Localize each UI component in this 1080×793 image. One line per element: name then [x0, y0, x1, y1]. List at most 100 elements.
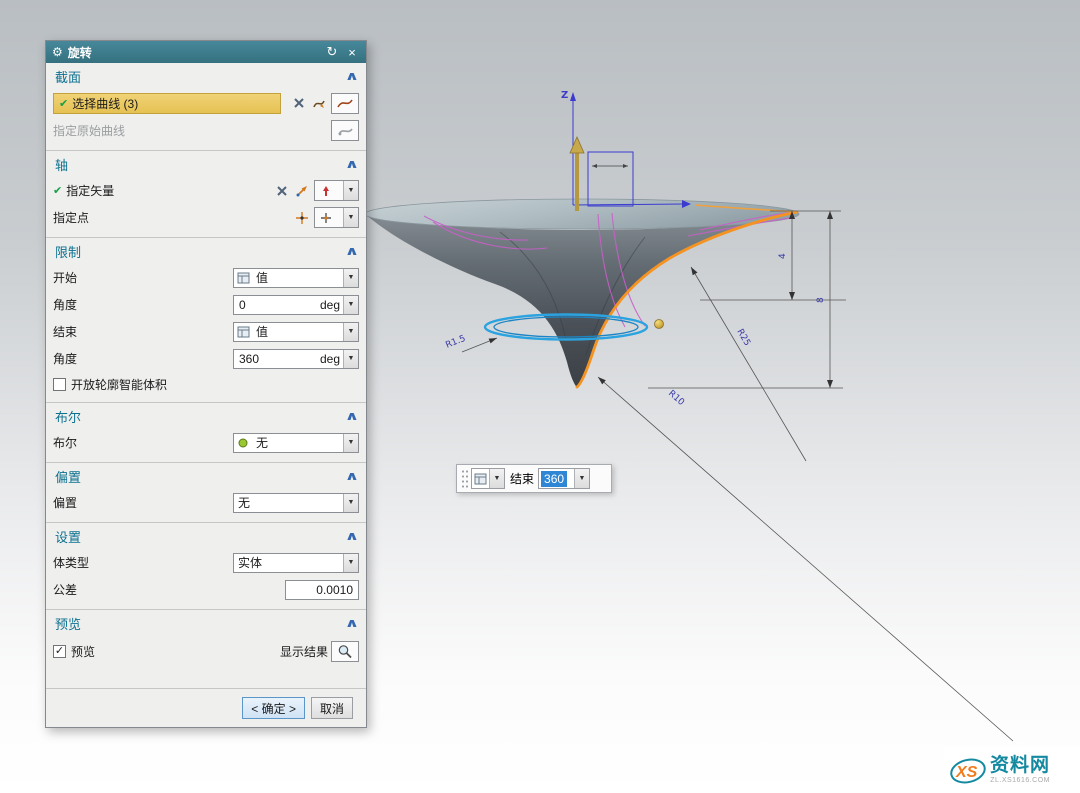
start-angle-label: 角度	[53, 296, 77, 313]
section-offset-header[interactable]: 偏置 ∧	[46, 463, 366, 489]
boolean-label: 布尔	[53, 434, 77, 451]
watermark-logo-icon: XS	[948, 752, 988, 788]
curve-rule-button[interactable]	[331, 93, 359, 114]
dropdown-caret-icon[interactable]: ▼	[343, 434, 358, 452]
section-preview-header[interactable]: 预览 ∧	[46, 610, 366, 636]
dropdown-caret-icon[interactable]: ▼	[343, 494, 358, 512]
show-result-label: 显示结果	[280, 643, 328, 660]
section-preview-title: 预览	[55, 614, 81, 633]
boolean-value: 无	[252, 434, 343, 451]
dropdown-caret-icon[interactable]: ▼	[574, 469, 589, 488]
body-type-value: 实体	[234, 554, 343, 571]
end-mode-value: 值	[252, 323, 343, 340]
tolerance-value[interactable]: 0.0010	[316, 583, 353, 597]
selection-rect	[588, 152, 633, 206]
end-mode-combo[interactable]: 值 ▼	[233, 322, 359, 342]
reset-icon[interactable]: ↻	[324, 44, 340, 60]
value-icon	[234, 326, 252, 338]
offset-combo[interactable]: 无 ▼	[233, 493, 359, 513]
point-dialog-button[interactable]: ▼	[314, 207, 359, 228]
dropdown-caret-icon[interactable]: ▼	[343, 269, 358, 287]
dropdown-caret-icon[interactable]: ▼	[489, 469, 504, 488]
boolean-combo[interactable]: 无 ▼	[233, 433, 359, 453]
section-axis-header[interactable]: 轴 ∧	[46, 151, 366, 177]
section-settings-header[interactable]: 设置 ∧	[46, 523, 366, 549]
watermark-brand: 资料网	[990, 755, 1050, 777]
onscreen-input-bar[interactable]: ▼ 结束 360 ▼	[456, 464, 612, 493]
value-icon	[234, 272, 252, 284]
osd-end-value[interactable]: 360	[541, 471, 567, 487]
preview-checkbox[interactable]: ✓	[53, 645, 66, 658]
dialog-button-bar: < 确定 > 取消	[46, 688, 366, 727]
osd-end-field[interactable]: 360 ▼	[538, 468, 590, 489]
dropdown-caret-icon[interactable]: ▼	[343, 208, 358, 227]
select-curve-field[interactable]: ✔ 选择曲线 (3)	[53, 93, 281, 114]
start-mode-combo[interactable]: 值 ▼	[233, 268, 359, 288]
point-inferred-icon[interactable]	[293, 209, 311, 227]
start-angle-unit: deg	[317, 298, 343, 312]
section-curve-header[interactable]: 截面 ∧	[46, 63, 366, 89]
end-angle-unit: deg	[317, 352, 343, 366]
revolve-dialog: ⚙ 旋转 ↻ × 截面 ∧ ✔ 选择曲线 (3)	[45, 40, 367, 728]
sketch-section-icon[interactable]	[310, 94, 328, 112]
drag-grip-icon[interactable]	[461, 469, 468, 489]
top-face[interactable]	[365, 199, 799, 229]
section-preview: 预览 ∧ ✓ 预览 显示结果	[46, 610, 366, 672]
vector-dialog-button[interactable]: ▼	[314, 180, 359, 201]
origin-curve-button[interactable]	[331, 120, 359, 141]
dim-height-8[interactable]: 8	[816, 297, 826, 303]
open-profile-checkbox[interactable]	[53, 378, 66, 391]
show-result-button[interactable]	[331, 641, 359, 662]
dropdown-caret-icon[interactable]: ▼	[343, 554, 358, 572]
collapse-chevron-icon[interactable]: ∧	[345, 244, 360, 258]
dropdown-caret-icon[interactable]: ▼	[343, 296, 358, 314]
collapse-chevron-icon[interactable]: ∧	[345, 409, 360, 423]
drag-handle-ball[interactable]	[655, 320, 664, 329]
dropdown-caret-icon[interactable]: ▼	[343, 323, 358, 341]
start-angle-value[interactable]: 0	[234, 298, 317, 312]
section-boolean-header[interactable]: 布尔 ∧	[46, 403, 366, 429]
boolean-none-icon	[234, 437, 252, 449]
collapse-chevron-icon[interactable]: ∧	[345, 69, 360, 83]
ok-button[interactable]: < 确定 >	[242, 697, 305, 719]
start-mode-value: 值	[252, 269, 343, 286]
dialog-titlebar[interactable]: ⚙ 旋转 ↻ ×	[46, 41, 366, 63]
offset-label: 偏置	[53, 494, 77, 511]
collapse-chevron-icon[interactable]: ∧	[345, 157, 360, 171]
vector-inferred-icon[interactable]	[293, 182, 311, 200]
collapse-chevron-icon[interactable]: ∧	[345, 616, 360, 630]
axis-z-label: Z	[561, 90, 568, 101]
end-angle-value[interactable]: 360	[234, 352, 317, 366]
end-angle-field[interactable]: 360 deg ▼	[233, 349, 359, 369]
funnel-underside[interactable]	[365, 212, 799, 387]
deselect-icon[interactable]	[273, 182, 291, 200]
start-angle-field[interactable]: 0 deg ▼	[233, 295, 359, 315]
revolved-body[interactable]	[365, 199, 799, 387]
section-boolean-title: 布尔	[55, 407, 81, 426]
select-curve-label: 选择曲线 (3)	[72, 95, 138, 112]
section-settings: 设置 ∧ 体类型 实体 ▼ 公差 0.0010	[46, 523, 366, 610]
gear-icon: ⚙	[52, 45, 63, 59]
dim-radius-mid[interactable]: R10	[666, 389, 686, 408]
dropdown-caret-icon[interactable]: ▼	[343, 181, 358, 200]
osd-mode-combo[interactable]: ▼	[471, 468, 505, 489]
open-profile-label: 开放轮廓智能体积	[71, 376, 167, 393]
specify-point-label: 指定点	[53, 209, 89, 226]
dim-radius-small[interactable]: R1.5	[444, 334, 467, 351]
cancel-button[interactable]: 取消	[311, 697, 353, 719]
dim-height-4[interactable]: 4	[778, 253, 788, 259]
body-type-combo[interactable]: 实体 ▼	[233, 553, 359, 573]
osd-end-label: 结束	[510, 470, 534, 487]
tolerance-field[interactable]: 0.0010	[285, 580, 359, 600]
body-type-label: 体类型	[53, 554, 89, 571]
collapse-chevron-icon[interactable]: ∧	[345, 469, 360, 483]
close-icon[interactable]: ×	[344, 45, 360, 60]
dropdown-caret-icon[interactable]: ▼	[343, 350, 358, 368]
offset-value: 无	[234, 494, 343, 511]
section-offset: 偏置 ∧ 偏置 无 ▼	[46, 463, 366, 523]
specify-vector-label: 指定矢量	[66, 182, 114, 199]
section-boolean: 布尔 ∧ 布尔 无 ▼	[46, 403, 366, 463]
collapse-chevron-icon[interactable]: ∧	[345, 529, 360, 543]
section-limits-header[interactable]: 限制 ∧	[46, 238, 366, 264]
deselect-icon[interactable]	[290, 94, 308, 112]
